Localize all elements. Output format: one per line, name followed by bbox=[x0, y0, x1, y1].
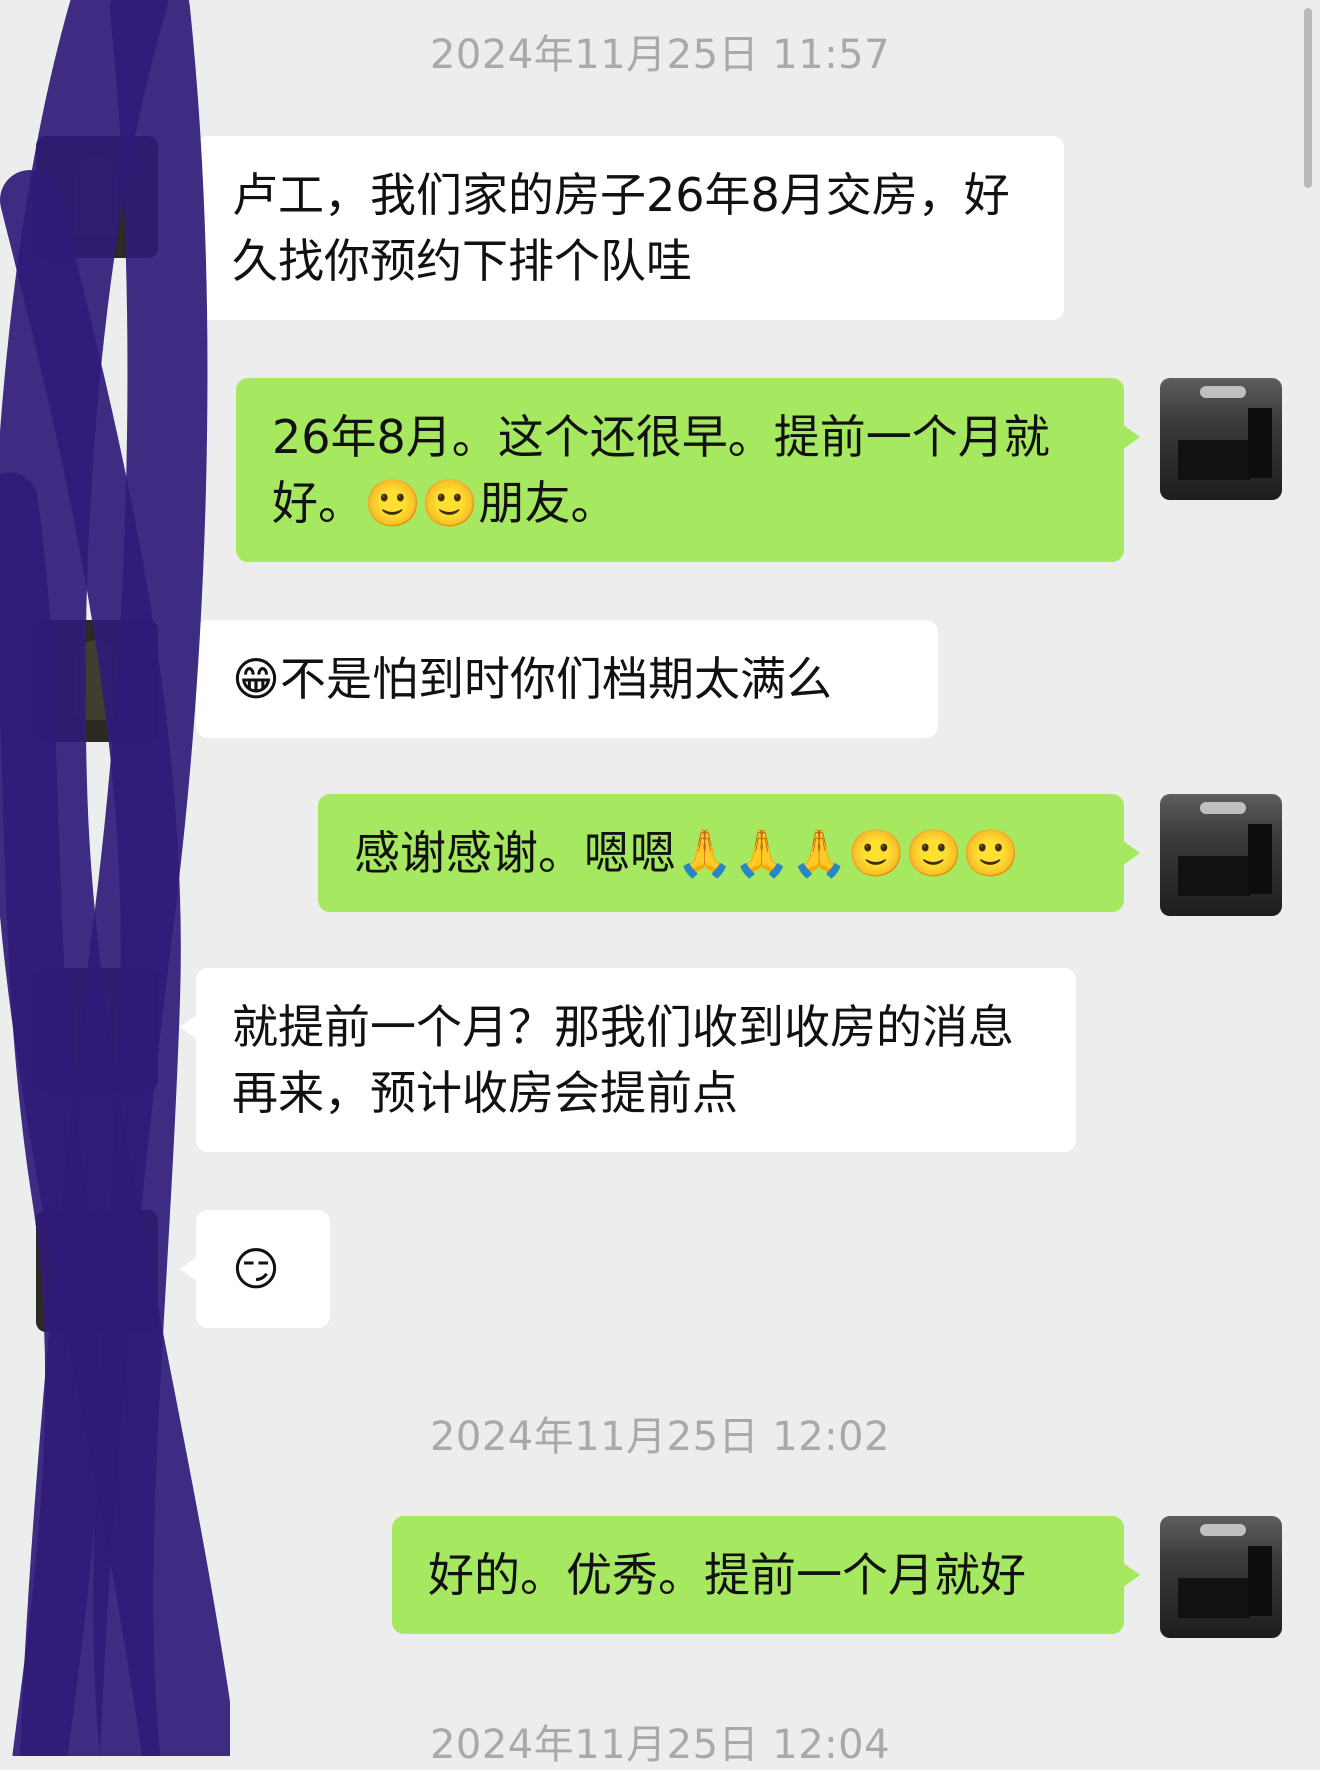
my-avatar[interactable] bbox=[1160, 378, 1282, 500]
timestamp: 2024年11月25日 12:04 bbox=[429, 1722, 891, 1768]
scrollbar[interactable] bbox=[1304, 8, 1312, 188]
message-bubble-outgoing[interactable]: 26年8月。这个还很早。提前一个月就好。🙂🙂朋友。 bbox=[236, 378, 1140, 562]
message-bubble-incoming[interactable]: 就提前一个月？那我们收到收房的消息再来，预计收房会提前点 bbox=[180, 968, 1076, 1152]
message-bubble-incoming[interactable]: 😁不是怕到时你们档期太满么 bbox=[180, 620, 938, 738]
contact-avatar[interactable] bbox=[36, 968, 158, 1090]
contact-avatar[interactable] bbox=[36, 620, 158, 742]
timestamp: 2024年11月25日 12:02 bbox=[429, 1414, 891, 1460]
chat-area[interactable]: 2024年11月25日 11:57 卢工，我们家的房子26年8月交房，好久找你预… bbox=[0, 0, 1320, 1768]
timestamp: 2024年11月25日 11:57 bbox=[429, 32, 891, 78]
my-avatar[interactable] bbox=[1160, 794, 1282, 916]
contact-avatar[interactable] bbox=[36, 136, 158, 258]
my-avatar[interactable] bbox=[1160, 1516, 1282, 1638]
message-bubble-incoming[interactable]: 😏 bbox=[180, 1210, 330, 1328]
message-bubble-incoming[interactable]: 卢工，我们家的房子26年8月交房，好久找你预约下排个队哇 bbox=[180, 136, 1064, 320]
contact-avatar[interactable] bbox=[36, 1210, 158, 1332]
message-bubble-outgoing[interactable]: 好的。优秀。提前一个月就好 bbox=[392, 1516, 1140, 1634]
message-bubble-outgoing[interactable]: 感谢感谢。嗯嗯🙏🙏🙏🙂🙂🙂 bbox=[318, 794, 1140, 912]
